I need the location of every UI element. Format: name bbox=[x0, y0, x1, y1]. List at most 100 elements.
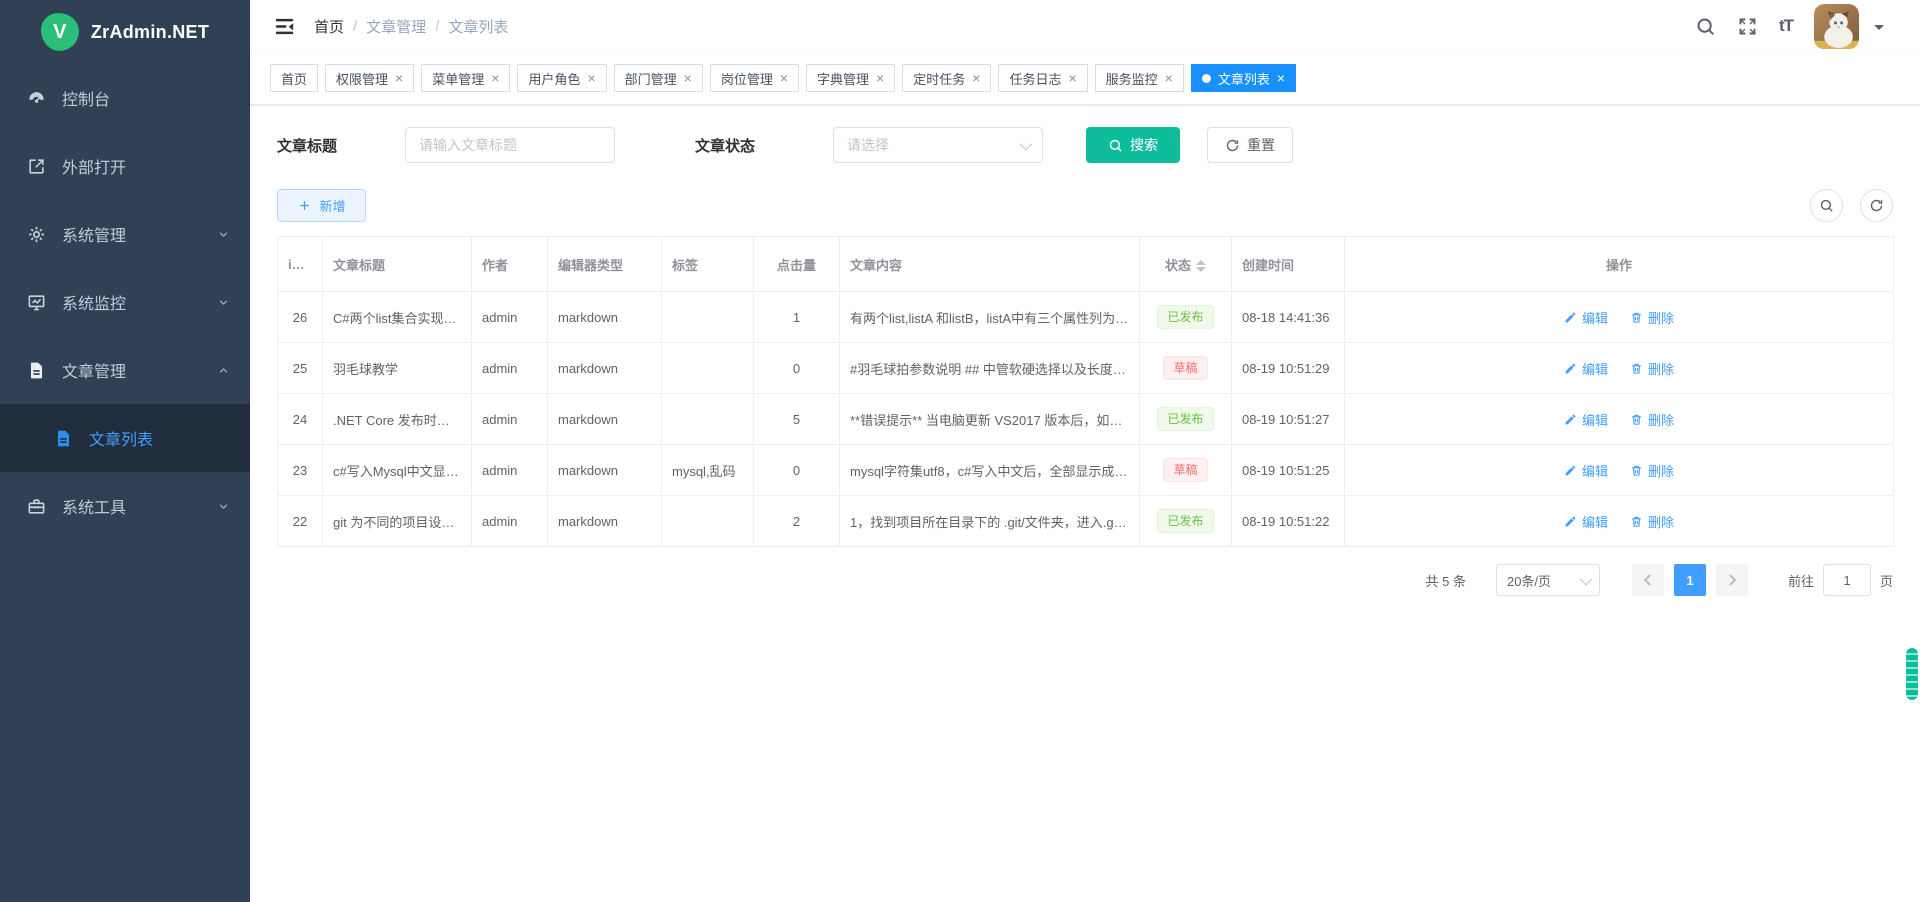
add-button[interactable]: 新增 bbox=[277, 189, 366, 222]
cell-status: 已发布 bbox=[1140, 496, 1232, 547]
cell-tags bbox=[662, 343, 754, 394]
article-title-input[interactable] bbox=[405, 127, 615, 163]
cell-id: 26 bbox=[278, 292, 323, 343]
pagination-goto: 前往 页 bbox=[1788, 564, 1893, 596]
tab-user-role[interactable]: 用户角色× bbox=[517, 64, 606, 92]
show-search-toggle-button[interactable] bbox=[1810, 189, 1843, 222]
close-icon[interactable]: × bbox=[587, 71, 595, 85]
sidebar: V ZrAdmin.NET 控制台 外部打开 系统管理 bbox=[0, 0, 250, 902]
close-icon[interactable]: × bbox=[876, 71, 884, 85]
delete-button[interactable]: 删除 bbox=[1630, 308, 1674, 327]
pagination: 共 5 条 20条/页 1 前往 页 bbox=[277, 564, 1893, 596]
table-row: 26 C#两个list集合实现关联，... admin markdown 1 有… bbox=[278, 292, 1894, 343]
sidebar-item-system-management[interactable]: 系统管理 bbox=[0, 200, 250, 268]
refresh-icon bbox=[1225, 138, 1240, 153]
reset-button[interactable]: 重置 bbox=[1207, 127, 1293, 163]
search-button[interactable]: 搜索 bbox=[1086, 127, 1180, 163]
next-page-button[interactable] bbox=[1716, 564, 1748, 596]
close-icon[interactable]: × bbox=[684, 71, 692, 85]
column-header-title: 文章标题 bbox=[323, 237, 472, 292]
close-icon[interactable]: × bbox=[1068, 71, 1076, 85]
tab-post[interactable]: 岗位管理× bbox=[710, 64, 799, 92]
refresh-table-button[interactable] bbox=[1860, 189, 1893, 222]
trash-icon bbox=[1630, 311, 1643, 324]
sidebar-collapse-icon[interactable] bbox=[273, 15, 296, 38]
page-size-select[interactable]: 20条/页 bbox=[1496, 564, 1600, 596]
document-icon bbox=[54, 429, 73, 448]
column-header-id[interactable]: id bbox=[278, 237, 323, 292]
edit-button[interactable]: 编辑 bbox=[1564, 359, 1608, 378]
goto-page-input[interactable] bbox=[1823, 564, 1871, 596]
delete-button[interactable]: 删除 bbox=[1630, 410, 1674, 429]
column-header-status[interactable]: 状态 bbox=[1140, 237, 1232, 292]
cell-author: admin bbox=[472, 445, 548, 496]
pencil-icon bbox=[1564, 311, 1577, 324]
cell-tags bbox=[662, 394, 754, 445]
cell-editor: markdown bbox=[548, 496, 662, 547]
cell-clicks: 2 bbox=[754, 496, 840, 547]
close-icon[interactable]: × bbox=[395, 71, 403, 85]
article-title-label: 文章标题 bbox=[277, 135, 405, 156]
cell-status: 已发布 bbox=[1140, 292, 1232, 343]
cell-editor: markdown bbox=[548, 394, 662, 445]
prev-page-button[interactable] bbox=[1632, 564, 1664, 596]
tab-article-list[interactable]: 文章列表× bbox=[1191, 64, 1296, 92]
cell-created: 08-19 10:51:25 bbox=[1232, 445, 1345, 496]
edit-button[interactable]: 编辑 bbox=[1564, 308, 1608, 327]
edit-button[interactable]: 编辑 bbox=[1564, 512, 1608, 531]
user-menu-caret-icon[interactable] bbox=[1874, 25, 1884, 35]
chevron-right-icon bbox=[1725, 574, 1736, 585]
tab-menu-management[interactable]: 菜单管理× bbox=[421, 64, 510, 92]
sidebar-subitem-article-list[interactable]: 文章列表 bbox=[0, 404, 250, 472]
tab-service-monitor[interactable]: 服务监控× bbox=[1095, 64, 1184, 92]
page-number-button[interactable]: 1 bbox=[1674, 564, 1706, 596]
cell-actions: 编辑 删除 bbox=[1345, 445, 1894, 496]
tab-home[interactable]: 首页 bbox=[270, 64, 318, 92]
sort-icon[interactable] bbox=[305, 259, 315, 271]
logo[interactable]: V ZrAdmin.NET bbox=[0, 0, 250, 64]
delete-button[interactable]: 删除 bbox=[1630, 512, 1674, 531]
close-icon[interactable]: × bbox=[1165, 71, 1173, 85]
tab-department[interactable]: 部门管理× bbox=[614, 64, 703, 92]
delete-button[interactable]: 删除 bbox=[1630, 461, 1674, 480]
article-status-select[interactable]: 请选择 bbox=[833, 127, 1043, 163]
fullscreen-icon[interactable] bbox=[1737, 16, 1758, 37]
sidebar-item-dashboard[interactable]: 控制台 bbox=[0, 64, 250, 132]
table-row: 22 git 为不同的项目设置不同... admin markdown 2 1，… bbox=[278, 496, 1894, 547]
main-area: 首页 / 文章管理 / 文章列表 tT bbox=[250, 0, 1920, 902]
sidebar-item-article-management[interactable]: 文章管理 bbox=[0, 336, 250, 404]
close-icon[interactable]: × bbox=[491, 71, 499, 85]
breadcrumb-home[interactable]: 首页 bbox=[314, 16, 344, 37]
column-header-content: 文章内容 bbox=[840, 237, 1140, 292]
chevron-up-icon bbox=[217, 364, 230, 377]
chevron-down-icon bbox=[1580, 572, 1593, 585]
pencil-icon bbox=[1564, 515, 1577, 528]
sidebar-item-system-monitor[interactable]: 系统监控 bbox=[0, 268, 250, 336]
edit-button[interactable]: 编辑 bbox=[1564, 461, 1608, 480]
cell-author: admin bbox=[472, 343, 548, 394]
article-table: id 文章标题 作者 编辑器类型 标签 点击量 文章内容 状态 创建时间 操作 bbox=[277, 236, 1894, 547]
scrollbar-thumb[interactable] bbox=[1906, 648, 1918, 700]
page-content: 文章标题 文章状态 请选择 搜索 重置 bbox=[250, 105, 1920, 902]
cell-content: 有两个list,listA 和listB，listA中有三个属性列为St... bbox=[840, 292, 1140, 343]
search-icon bbox=[1108, 138, 1123, 153]
tab-task-log[interactable]: 任务日志× bbox=[998, 64, 1087, 92]
close-icon[interactable]: × bbox=[1277, 71, 1285, 85]
tab-scheduled-task[interactable]: 定时任务× bbox=[902, 64, 991, 92]
cell-title: git 为不同的项目设置不同... bbox=[323, 496, 472, 547]
edit-button[interactable]: 编辑 bbox=[1564, 410, 1608, 429]
table-row: 25 羽毛球教学 admin markdown 0 #羽毛球拍参数说明 ## 中… bbox=[278, 343, 1894, 394]
avatar[interactable] bbox=[1814, 4, 1859, 49]
close-icon[interactable]: × bbox=[780, 71, 788, 85]
search-icon[interactable] bbox=[1695, 16, 1716, 37]
delete-button[interactable]: 删除 bbox=[1630, 359, 1674, 378]
sidebar-item-external-open[interactable]: 外部打开 bbox=[0, 132, 250, 200]
cell-created: 08-19 10:51:22 bbox=[1232, 496, 1345, 547]
sidebar-item-label: 系统管理 bbox=[62, 222, 126, 246]
font-size-icon[interactable]: tT bbox=[1779, 16, 1793, 36]
sort-icon[interactable] bbox=[1196, 260, 1206, 272]
tab-permission[interactable]: 权限管理× bbox=[325, 64, 414, 92]
sidebar-item-system-tools[interactable]: 系统工具 bbox=[0, 472, 250, 540]
close-icon[interactable]: × bbox=[972, 71, 980, 85]
tab-dictionary[interactable]: 字典管理× bbox=[806, 64, 895, 92]
